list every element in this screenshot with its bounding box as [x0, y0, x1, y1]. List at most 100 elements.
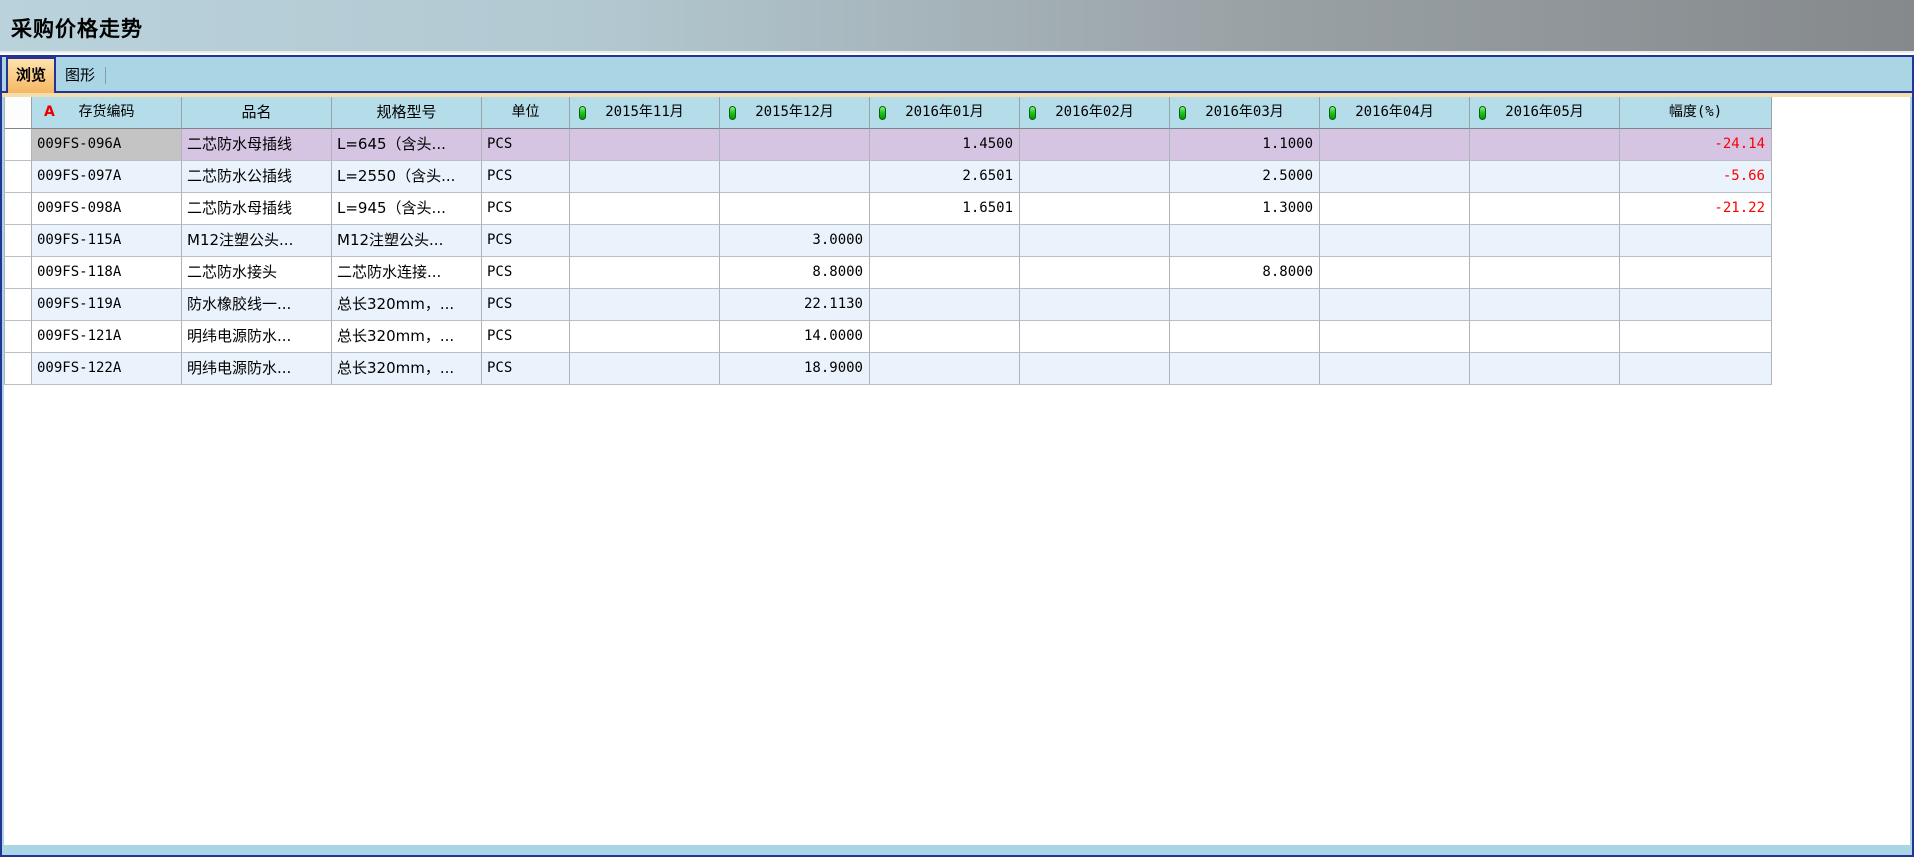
cell-m2016-04[interactable] [1320, 257, 1470, 289]
cell-m2015-11[interactable] [570, 161, 720, 193]
cell-m2015-12[interactable]: 3.0000 [720, 225, 870, 257]
cell-m2015-12[interactable] [720, 193, 870, 225]
cell-spec[interactable]: 总长320mm，... [332, 353, 482, 385]
cell-m2016-04[interactable] [1320, 289, 1470, 321]
column-header-m2016-02[interactable]: 2016年02月 [1020, 97, 1170, 129]
cell-code[interactable]: 009FS-118A [32, 257, 182, 289]
cell-m2016-05[interactable] [1470, 353, 1620, 385]
cell-m2016-03[interactable] [1170, 353, 1320, 385]
cell-m2015-11[interactable] [570, 289, 720, 321]
cell-m2016-05[interactable] [1470, 225, 1620, 257]
cell-change[interactable]: -21.22 [1620, 193, 1772, 225]
cell-m2015-12[interactable] [720, 129, 870, 161]
cell-m2016-05[interactable] [1470, 321, 1620, 353]
row-selector[interactable] [4, 289, 32, 321]
cell-code[interactable]: 009FS-097A [32, 161, 182, 193]
tab-graph[interactable]: 图形 [56, 59, 104, 93]
cell-m2016-05[interactable] [1470, 129, 1620, 161]
column-header-m2016-04[interactable]: 2016年04月 [1320, 97, 1470, 129]
cell-m2016-02[interactable] [1020, 321, 1170, 353]
column-header-change[interactable]: 幅度(%) [1620, 97, 1772, 129]
cell-m2016-03[interactable] [1170, 289, 1320, 321]
row-selector[interactable] [4, 161, 32, 193]
cell-m2016-01[interactable] [870, 353, 1020, 385]
column-header-m2015-12[interactable]: 2015年12月 [720, 97, 870, 129]
cell-m2016-01[interactable] [870, 289, 1020, 321]
cell-name[interactable]: 明纬电源防水... [182, 321, 332, 353]
cell-m2015-12[interactable]: 14.0000 [720, 321, 870, 353]
cell-m2016-04[interactable] [1320, 321, 1470, 353]
cell-m2015-11[interactable] [570, 257, 720, 289]
cell-m2015-12[interactable]: 8.8000 [720, 257, 870, 289]
cell-m2016-01[interactable]: 2.6501 [870, 161, 1020, 193]
cell-change[interactable] [1620, 225, 1772, 257]
cell-m2016-01[interactable] [870, 321, 1020, 353]
cell-m2016-01[interactable] [870, 225, 1020, 257]
cell-name[interactable]: 防水橡胶线一... [182, 289, 332, 321]
cell-m2016-05[interactable] [1470, 257, 1620, 289]
cell-spec[interactable]: L=2550（含头... [332, 161, 482, 193]
cell-unit[interactable]: PCS [482, 353, 570, 385]
column-header-m2016-03[interactable]: 2016年03月 [1170, 97, 1320, 129]
cell-m2016-02[interactable] [1020, 289, 1170, 321]
cell-m2016-02[interactable] [1020, 129, 1170, 161]
cell-m2016-04[interactable] [1320, 353, 1470, 385]
column-header-name[interactable]: 品名 [182, 97, 332, 129]
row-selector[interactable] [4, 353, 32, 385]
cell-m2015-11[interactable] [570, 193, 720, 225]
cell-m2016-02[interactable] [1020, 257, 1170, 289]
cell-change[interactable] [1620, 353, 1772, 385]
cell-m2016-03[interactable]: 8.8000 [1170, 257, 1320, 289]
cell-m2016-01[interactable]: 1.6501 [870, 193, 1020, 225]
cell-unit[interactable]: PCS [482, 257, 570, 289]
cell-spec[interactable]: L=945（含头... [332, 193, 482, 225]
cell-m2016-04[interactable] [1320, 193, 1470, 225]
cell-m2016-02[interactable] [1020, 193, 1170, 225]
cell-m2016-05[interactable] [1470, 161, 1620, 193]
cell-spec[interactable]: 总长320mm，... [332, 289, 482, 321]
cell-m2016-01[interactable] [870, 257, 1020, 289]
cell-spec[interactable]: M12注塑公头... [332, 225, 482, 257]
cell-m2016-05[interactable] [1470, 289, 1620, 321]
row-selector[interactable] [4, 193, 32, 225]
cell-m2016-02[interactable] [1020, 353, 1170, 385]
cell-m2015-11[interactable] [570, 353, 720, 385]
cell-m2015-12[interactable]: 22.1130 [720, 289, 870, 321]
cell-spec[interactable]: 总长320mm，... [332, 321, 482, 353]
row-selector[interactable] [4, 225, 32, 257]
cell-change[interactable]: -5.66 [1620, 161, 1772, 193]
cell-m2016-03[interactable]: 1.1000 [1170, 129, 1320, 161]
cell-m2016-03[interactable] [1170, 225, 1320, 257]
cell-m2015-12[interactable]: 18.9000 [720, 353, 870, 385]
cell-m2016-03[interactable]: 2.5000 [1170, 161, 1320, 193]
row-selector[interactable] [4, 321, 32, 353]
cell-name[interactable]: 明纬电源防水... [182, 353, 332, 385]
cell-unit[interactable]: PCS [482, 321, 570, 353]
cell-m2015-11[interactable] [570, 129, 720, 161]
cell-unit[interactable]: PCS [482, 193, 570, 225]
cell-m2015-11[interactable] [570, 225, 720, 257]
cell-code[interactable]: 009FS-122A [32, 353, 182, 385]
cell-spec[interactable]: L=645（含头... [332, 129, 482, 161]
grid-corner-cell[interactable] [4, 97, 32, 129]
row-selector[interactable] [4, 257, 32, 289]
cell-unit[interactable]: PCS [482, 161, 570, 193]
column-header-m2016-01[interactable]: 2016年01月 [870, 97, 1020, 129]
cell-change[interactable]: -24.14 [1620, 129, 1772, 161]
column-header-m2016-05[interactable]: 2016年05月 [1470, 97, 1620, 129]
cell-name[interactable]: M12注塑公头... [182, 225, 332, 257]
cell-m2016-01[interactable]: 1.4500 [870, 129, 1020, 161]
cell-m2016-04[interactable] [1320, 129, 1470, 161]
cell-m2015-12[interactable] [720, 161, 870, 193]
tab-browse[interactable]: 浏览 [6, 57, 56, 93]
column-header-unit[interactable]: 单位 [482, 97, 570, 129]
column-header-code[interactable]: A存货编码 [32, 97, 182, 129]
cell-name[interactable]: 二芯防水接头 [182, 257, 332, 289]
cell-code[interactable]: 009FS-115A [32, 225, 182, 257]
cell-change[interactable] [1620, 257, 1772, 289]
cell-m2015-11[interactable] [570, 321, 720, 353]
cell-m2016-02[interactable] [1020, 161, 1170, 193]
cell-m2016-02[interactable] [1020, 225, 1170, 257]
cell-code[interactable]: 009FS-121A [32, 321, 182, 353]
cell-unit[interactable]: PCS [482, 289, 570, 321]
